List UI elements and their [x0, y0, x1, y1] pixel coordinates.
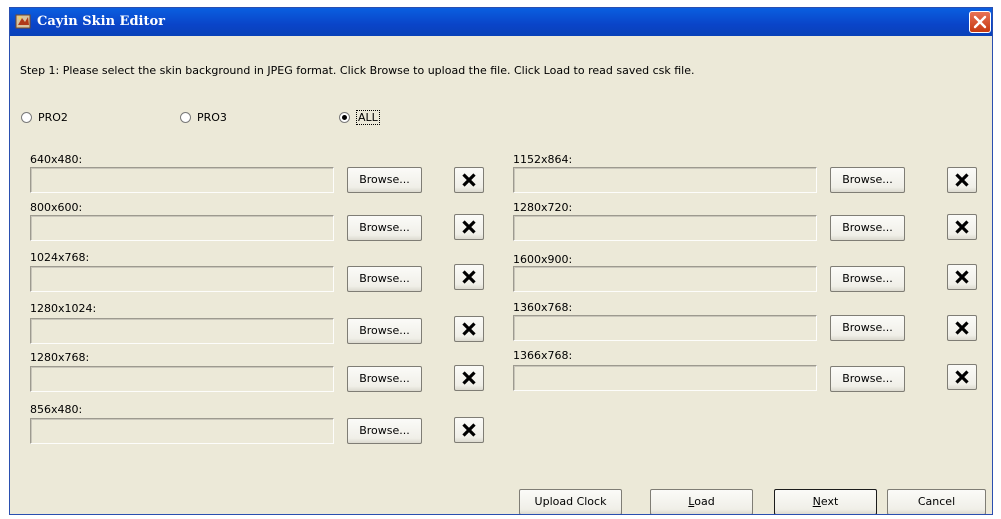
- path-field-640x480[interactable]: [30, 167, 334, 193]
- resolution-label-1366x768: 1366x768:: [513, 349, 573, 362]
- path-field-1280x1024[interactable]: [30, 318, 334, 344]
- browse-button-1152x864[interactable]: Browse...: [830, 167, 905, 193]
- clear-button-1280x720[interactable]: [947, 214, 977, 240]
- radio-indicator: [339, 111, 350, 123]
- clear-x-icon: [955, 370, 969, 384]
- browse-button-1280x720[interactable]: Browse...: [830, 215, 905, 241]
- clear-button-800x600[interactable]: [454, 214, 484, 240]
- clear-button-856x480[interactable]: [454, 417, 484, 443]
- browse-button-1024x768[interactable]: Browse...: [347, 266, 422, 292]
- radio-all[interactable]: ALL: [339, 109, 380, 125]
- resolution-label-1280x1024: 1280x1024:: [30, 302, 97, 315]
- browse-button-800x600[interactable]: Browse...: [347, 215, 422, 241]
- browse-button-856x480[interactable]: Browse...: [347, 418, 422, 444]
- radio-indicator: [21, 111, 32, 123]
- browse-button-1280x768[interactable]: Browse...: [347, 366, 422, 392]
- radio-pro3[interactable]: PRO3: [180, 109, 227, 125]
- skin-editor-window: Cayin Skin Editor Step 1: Please select …: [9, 7, 993, 515]
- upload-clock-button[interactable]: Upload Clock: [519, 489, 622, 514]
- clear-x-icon: [462, 270, 476, 284]
- title-bar[interactable]: Cayin Skin Editor: [10, 8, 992, 36]
- clear-button-1360x768[interactable]: [947, 315, 977, 341]
- clear-button-1024x768[interactable]: [454, 264, 484, 290]
- clear-x-icon: [462, 322, 476, 336]
- resolution-label-1024x768: 1024x768:: [30, 251, 90, 264]
- browse-button-640x480[interactable]: Browse...: [347, 167, 422, 193]
- next-button[interactable]: Next: [774, 489, 877, 514]
- path-field-1152x864[interactable]: [513, 167, 817, 193]
- path-field-1600x900[interactable]: [513, 266, 817, 292]
- app-icon: [15, 14, 31, 29]
- clear-x-icon: [462, 173, 476, 187]
- resolution-label-1280x720: 1280x720:: [513, 201, 573, 214]
- clear-x-icon: [955, 220, 969, 234]
- browse-button-1280x1024[interactable]: Browse...: [347, 318, 422, 344]
- path-field-1024x768[interactable]: [30, 266, 334, 292]
- browse-button-1600x900[interactable]: Browse...: [830, 266, 905, 292]
- clear-button-640x480[interactable]: [454, 167, 484, 193]
- path-field-1366x768[interactable]: [513, 365, 817, 391]
- path-field-1280x720[interactable]: [513, 215, 817, 241]
- clear-x-icon: [955, 270, 969, 284]
- resolution-label-1360x768: 1360x768:: [513, 301, 573, 314]
- path-field-800x600[interactable]: [30, 215, 334, 241]
- instruction-text: Step 1: Please select the skin backgroun…: [20, 64, 695, 77]
- radio-pro2[interactable]: PRO2: [21, 109, 68, 125]
- clear-button-1280x1024[interactable]: [454, 316, 484, 342]
- resolution-label-800x600: 800x600:: [30, 201, 83, 214]
- window-title: Cayin Skin Editor: [37, 14, 166, 29]
- clear-button-1600x900[interactable]: [947, 264, 977, 290]
- load-label: oad: [694, 495, 715, 508]
- resolution-label-1280x768: 1280x768:: [30, 351, 90, 364]
- next-label: ext: [820, 495, 839, 508]
- path-field-1360x768[interactable]: [513, 315, 817, 341]
- close-icon: [973, 15, 987, 29]
- clear-x-icon: [955, 173, 969, 187]
- load-button[interactable]: Load: [650, 489, 753, 514]
- path-field-1280x768[interactable]: [30, 366, 334, 392]
- radio-label: PRO3: [197, 110, 227, 124]
- radio-label: ALL: [356, 109, 380, 125]
- close-button[interactable]: [969, 11, 991, 33]
- clear-x-icon: [462, 371, 476, 385]
- clear-x-icon: [462, 220, 476, 234]
- clear-x-icon: [462, 423, 476, 437]
- path-field-856x480[interactable]: [30, 418, 334, 444]
- resolution-label-640x480: 640x480:: [30, 153, 83, 166]
- next-hotkey: N: [812, 495, 821, 508]
- browse-button-1360x768[interactable]: Browse...: [830, 315, 905, 341]
- resolution-label-856x480: 856x480:: [30, 403, 83, 416]
- resolution-label-1152x864: 1152x864:: [513, 153, 573, 166]
- radio-label: PRO2: [38, 110, 68, 124]
- radio-indicator: [180, 111, 191, 123]
- cancel-button[interactable]: Cancel: [887, 489, 986, 514]
- clear-button-1280x768[interactable]: [454, 365, 484, 391]
- resolution-label-1600x900: 1600x900:: [513, 253, 573, 266]
- clear-button-1152x864[interactable]: [947, 167, 977, 193]
- clear-x-icon: [955, 321, 969, 335]
- clear-button-1366x768[interactable]: [947, 364, 977, 390]
- browse-button-1366x768[interactable]: Browse...: [830, 366, 905, 392]
